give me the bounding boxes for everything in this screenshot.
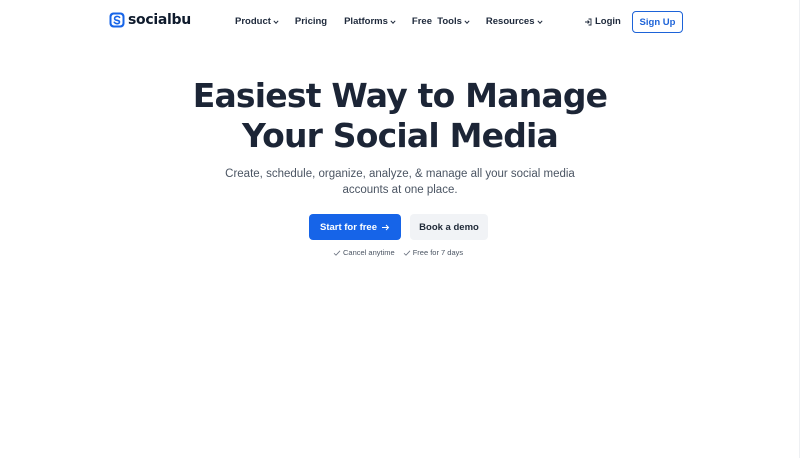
nav-item-label: Resources [485,16,535,27]
book-a-demo-label: Book a demo [419,221,479,233]
brand-name: socialbu [128,12,191,28]
chevron-down-icon [536,19,543,24]
login-icon [585,18,592,25]
nav-item-label: Free Tools [411,16,462,27]
note-label: Free for 7 days [412,248,464,257]
chevron-down-icon [390,19,396,24]
sign-up-label: Sign Up [639,16,676,28]
nav-item-resources[interactable]: Resources [486,16,543,27]
note-free-trial: Free for 7 days [403,248,463,257]
nav-item-label: Product [235,16,271,27]
nav-item-free-tools[interactable]: Free Tools [412,16,470,27]
book-a-demo-button[interactable]: Book a demo [410,214,488,240]
check-icon [403,250,410,256]
cta-group: Start for free Book a demo [309,214,488,240]
start-for-free-label: Start for free [319,221,377,233]
nav-item-pricing[interactable]: Pricing [295,16,327,27]
check-icon [333,250,341,256]
hero-subtitle: Create, schedule, organize, analyze, & m… [225,168,575,196]
hero-title-line-1: Easiest Way to Manage [192,76,608,115]
chevron-down-icon [273,19,279,24]
page: socialbu Product Pricing Platforms Free … [0,0,800,458]
login-label: Login [595,16,621,27]
brand-logo[interactable]: socialbu [109,12,191,28]
nav-item-product[interactable]: Product [235,16,279,27]
hero-title: Easiest Way to Manage Your Social Media [0,76,800,156]
arrow-right-icon [382,224,390,230]
note-cancel-anytime: Cancel anytime [333,248,395,257]
site-header: socialbu Product Pricing Platforms Free … [0,0,800,44]
hero-title-line-2: Your Social Media [242,116,559,155]
nav-item-platforms[interactable]: Platforms [344,16,396,27]
socialbu-logo-icon [109,12,125,28]
note-label: Cancel anytime [343,248,395,257]
sign-up-button[interactable]: Sign Up [632,11,683,33]
login-link[interactable]: Login [584,16,621,27]
nav-item-label: Platforms [344,16,388,27]
main-nav: Product Pricing Platforms Free Tools Res… [235,16,543,27]
cta-notes: Cancel anytime Free for 7 days [333,248,463,257]
nav-item-label: Pricing [294,16,328,27]
chevron-down-icon [464,19,470,24]
start-for-free-button[interactable]: Start for free [309,214,401,240]
